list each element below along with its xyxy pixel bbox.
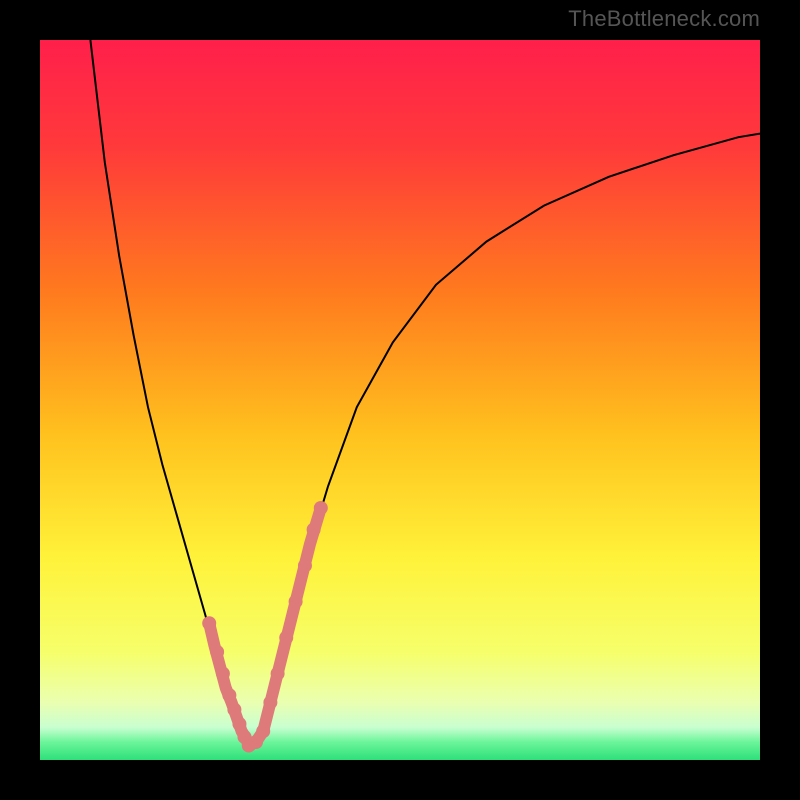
highlight-marker	[202, 616, 216, 630]
highlight-marker	[232, 717, 246, 731]
plot-area	[40, 40, 760, 760]
highlight-marker	[210, 645, 224, 659]
highlight-marker	[263, 695, 277, 709]
highlight-marker	[227, 703, 241, 717]
highlight-marker	[222, 688, 236, 702]
highlight-marker	[298, 559, 312, 573]
gradient-background	[40, 40, 760, 760]
watermark-text: TheBottleneck.com	[568, 6, 760, 32]
highlight-marker	[307, 523, 321, 537]
highlight-marker	[279, 631, 293, 645]
highlight-marker	[314, 501, 328, 515]
chart-svg	[40, 40, 760, 760]
highlight-marker	[289, 595, 303, 609]
highlight-marker	[256, 724, 270, 738]
highlight-marker	[216, 667, 230, 681]
highlight-marker	[271, 667, 285, 681]
